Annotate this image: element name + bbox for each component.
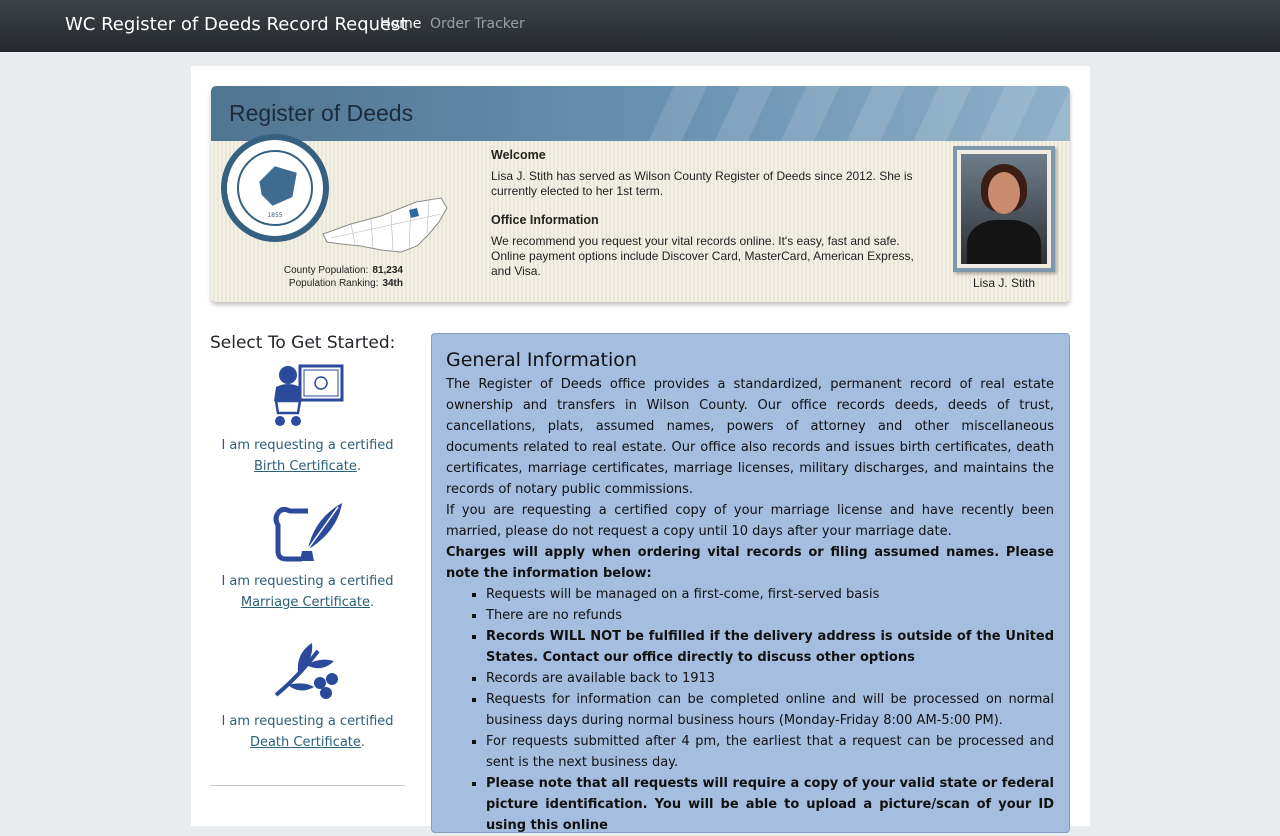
general-info-title: General Information — [446, 349, 637, 371]
marriage-note-paragraph: If you are requesting a certified copy o… — [446, 503, 1054, 539]
top-navbar: WC Register of Deeds Record Request Home… — [0, 0, 1280, 52]
marriage-certificate-link[interactable]: Marriage Certificate — [241, 595, 370, 610]
seal-year: 1855 — [267, 212, 283, 219]
get-started-sidebar: Select To Get Started: I am requesting a… — [210, 333, 405, 786]
office-info-heading: Office Information — [491, 213, 599, 227]
marriage-certificate-option: I am requesting a certified Marriage Cer… — [210, 499, 405, 613]
ranking-value: 34th — [382, 278, 403, 289]
welcome-section: Welcome Lisa J. Stith has served as Wils… — [491, 148, 916, 199]
scroll-quill-icon[interactable] — [268, 499, 348, 567]
ranking-label: Population Ranking: — [288, 278, 379, 289]
olive-branch-icon[interactable] — [268, 639, 348, 707]
population-value: 81,234 — [372, 265, 403, 276]
population-label: County Population: — [283, 265, 369, 276]
general-info-panel: General Information The Register of Deed… — [431, 333, 1070, 833]
county-stats: County Population: 81,234 Population Rank… — [271, 264, 403, 290]
marriage-option-prefix: I am requesting a certified — [221, 574, 394, 589]
birth-certificate-link[interactable]: Birth Certificate — [254, 459, 357, 474]
charges-notice: Charges will apply when ordering vital r… — [446, 545, 1054, 581]
welcome-heading: Welcome — [491, 148, 546, 162]
list-item: There are no refunds — [486, 605, 1054, 626]
banner-title: Register of Deeds — [229, 100, 414, 126]
get-started-heading: Select To Get Started: — [210, 333, 396, 353]
office-info-text: We recommend you request your vital reco… — [491, 234, 914, 278]
birth-option-prefix: I am requesting a certified — [221, 438, 394, 453]
welcome-text: Lisa J. Stith has served as Wilson Count… — [491, 169, 913, 198]
register-portrait — [953, 146, 1055, 272]
nav-order-tracker[interactable]: Order Tracker — [430, 16, 525, 32]
nav-home[interactable]: Home — [380, 16, 421, 32]
banner-decoration — [641, 86, 1070, 141]
list-item: Records are available back to 1913 — [486, 668, 1054, 689]
birth-certificate-option: I am requesting a certified Birth Certif… — [210, 363, 405, 477]
death-option-prefix: I am requesting a certified — [221, 714, 394, 729]
site-brand[interactable]: WC Register of Deeds Record Request — [65, 14, 408, 35]
list-item: Requests for information can be complete… — [486, 689, 1054, 731]
county-seal-icon: 1855 — [221, 134, 329, 242]
register-banner: Register of Deeds 1855 County Population… — [211, 86, 1070, 302]
nc-state-map-icon — [322, 197, 448, 253]
death-certificate-link[interactable]: Death Certificate — [250, 735, 361, 750]
sidebar-divider — [210, 785, 405, 786]
baby-certificate-icon[interactable] — [268, 363, 348, 431]
banner-header: Register of Deeds — [211, 86, 1070, 141]
county-shape-icon — [259, 166, 297, 206]
portrait-caption: Lisa J. Stith — [972, 276, 1036, 290]
list-item: Requests will be managed on a first-come… — [486, 584, 1054, 605]
general-info-paragraph: The Register of Deeds office provides a … — [446, 377, 1054, 497]
office-info-section: Office Information We recommend you requ… — [491, 213, 916, 279]
requirements-list: Requests will be managed on a first-come… — [446, 584, 1054, 836]
main-container: Register of Deeds 1855 County Population… — [191, 66, 1090, 833]
portrait-photo — [961, 154, 1047, 264]
list-item: For requests submitted after 4 pm, the e… — [486, 731, 1054, 773]
list-item: Records WILL NOT be fulfilled if the del… — [486, 626, 1054, 668]
list-item: Please note that all requests will requi… — [486, 773, 1054, 836]
death-certificate-option: I am requesting a certified Death Certif… — [210, 639, 405, 753]
